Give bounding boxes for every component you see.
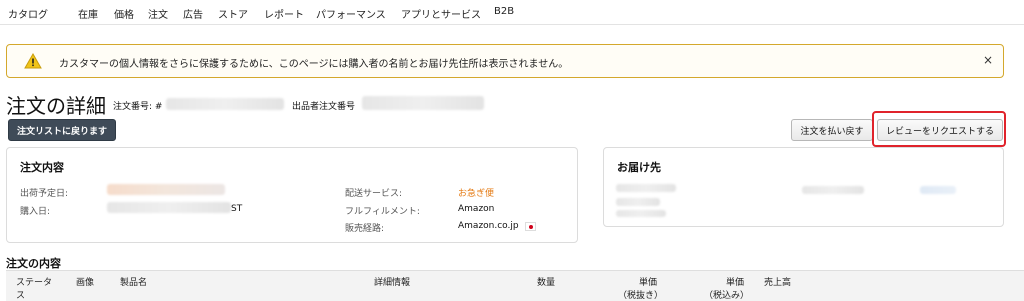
order-items-title: 注文の内容 [6,257,61,270]
fulfillment-value: Amazon [458,204,495,214]
page-title: 注文の詳細 [6,94,106,118]
col-subtotal: 売上高 [764,278,792,288]
col-details: 詳細情報 [374,278,411,288]
col-unit-price: 単価 [639,278,658,288]
alert-message: カスタマーの個人情報をさらに保護するために、このページには購入者の名前とお届け先… [59,59,569,70]
sales-channel-value: Amazon.co.jp [458,221,519,231]
col-status-line1: ステータ [16,278,53,288]
link-redacted [920,186,956,194]
close-icon[interactable]: × [983,53,993,67]
nav-apps-services[interactable]: アプリとサービス [401,6,481,21]
col-status-line2: ス [16,291,26,301]
refund-order-button[interactable]: 注文を払い戻す [791,119,873,141]
warning-icon [24,53,42,69]
seller-order-number-redacted [362,96,484,110]
nav-performance[interactable]: パフォーマンス [316,6,386,21]
col-image: 画像 [76,278,95,288]
items-table-header: ステータ ス 画像 製品名 詳細情報 数量 単価 （税抜き） 単価 （税込み） … [6,270,1024,301]
address-redacted-2 [616,198,660,206]
order-number-label: 注文番号: # [113,102,163,112]
back-to-orders-button[interactable]: 注文リストに戻ります [8,119,116,141]
order-number-redacted [166,98,284,110]
sales-channel-label: 販売経路: [345,224,385,234]
nav-ads[interactable]: 広告 [183,6,203,21]
nav-b2b[interactable]: B2B [494,6,514,17]
contact-redacted [802,186,864,194]
nav-pricing[interactable]: 価格 [114,6,134,21]
japan-flag-icon [525,222,536,231]
purchase-date-label: 購入日: [20,207,51,217]
col-product: 製品名 [120,278,148,288]
address-redacted-3 [616,210,666,217]
purchase-date-suffix: ST [231,204,243,214]
nav-reports[interactable]: レポート [264,6,304,21]
address-redacted-1 [616,184,676,192]
order-summary-title: 注文内容 [20,161,64,174]
nav-inventory[interactable]: 在庫 [78,6,98,21]
seller-order-number-label: 出品者注文番号 [292,102,356,112]
col-tax-excluded: （税抜き） [618,291,664,301]
nav-stores[interactable]: ストア [218,6,248,21]
privacy-alert: カスタマーの個人情報をさらに保護するために、このページには購入者の名前とお届け先… [6,44,1004,78]
request-review-highlight [872,111,1006,147]
shipping-address-panel: お届け先 [603,147,1004,227]
shipping-service-label: 配送サービス: [345,189,403,199]
fulfillment-label: フルフィルメント: [345,207,420,217]
shipping-address-title: お届け先 [617,161,661,174]
shipping-service-value: お急ぎ便 [458,189,495,199]
nav-catalog[interactable]: カタログ [8,6,48,21]
purchase-date-redacted [107,202,231,213]
top-nav: カタログ 在庫 価格 注文 広告 ストア レポート パフォーマンス アプリとサー… [0,0,1024,25]
col-unit-price-incl: 単価 [726,278,745,288]
col-tax-included: （税込み） [704,291,750,301]
ship-date-redacted [107,184,225,195]
col-quantity: 数量 [537,278,556,288]
order-summary-panel: 注文内容 出荷予定日: 購入日: ST 配送サービス: お急ぎ便 フルフィルメン… [6,147,578,243]
ship-date-label: 出荷予定日: [20,189,69,199]
nav-orders[interactable]: 注文 [148,6,168,21]
